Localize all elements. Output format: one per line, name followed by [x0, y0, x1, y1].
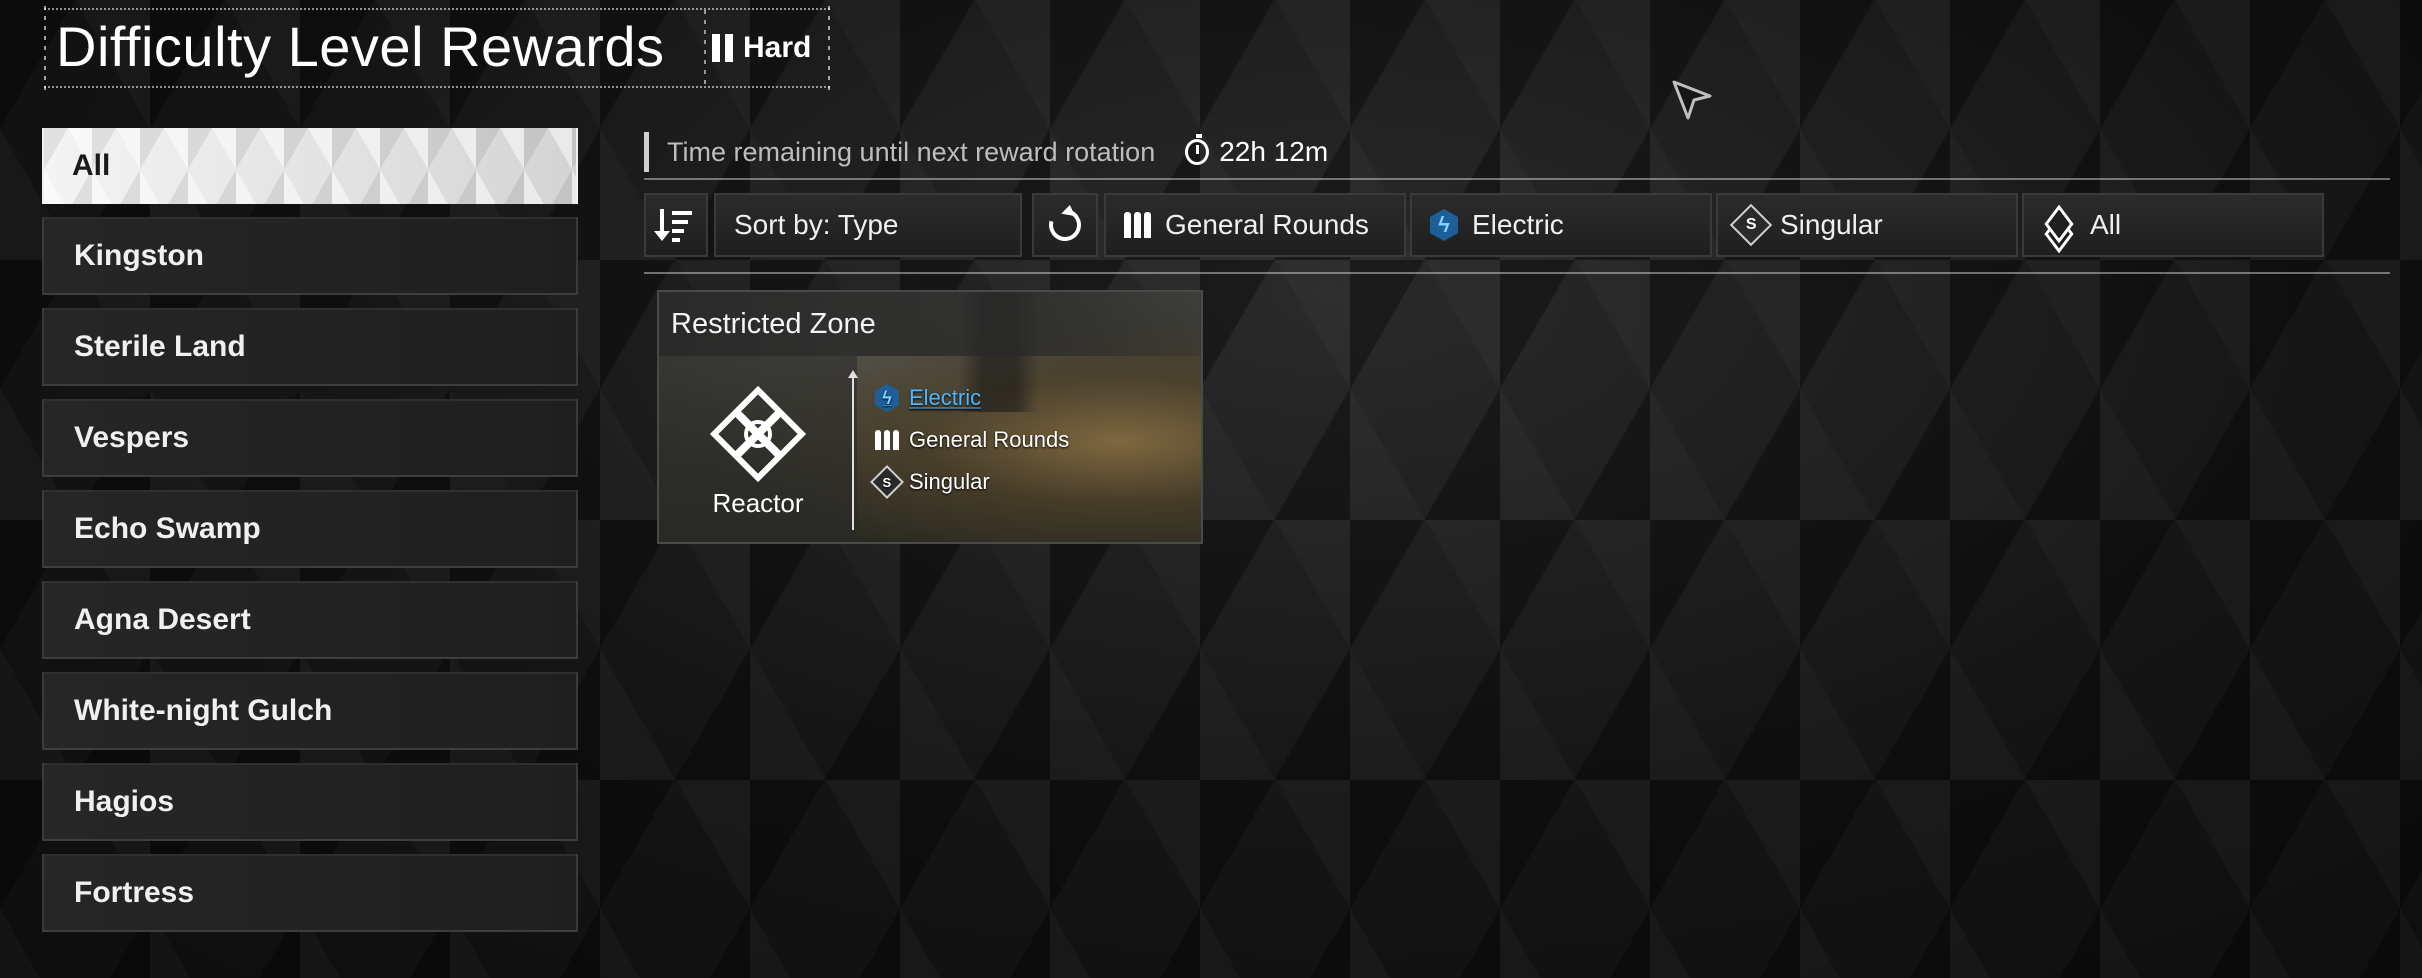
timer-value-group: 22h 12m — [1185, 134, 1329, 168]
card-divider — [848, 370, 858, 530]
sidebar-item-all[interactable]: All — [42, 128, 578, 204]
sidebar-item-label: Hagios — [74, 785, 175, 818]
stat-tier: S Singular — [870, 464, 1069, 500]
stat-electric: ϟ Electric — [875, 380, 1069, 416]
reward-card[interactable]: Restricted Zone Reactor ϟ Electric Gener… — [657, 290, 1203, 544]
rotation-timer: Time remaining until next reward rotatio… — [644, 126, 2390, 178]
sidebar-item-label: Kingston — [74, 239, 204, 272]
electric-icon: ϟ — [875, 384, 899, 412]
sidebar-item-kingston[interactable]: Kingston — [42, 217, 578, 295]
sidebar-item-label: Fortress — [74, 876, 195, 909]
timer-label: Time remaining until next reward rotatio… — [667, 136, 1156, 167]
reward-stats: ϟ Electric General Rounds S Singular — [870, 380, 1069, 506]
singular-icon: S — [1729, 203, 1773, 247]
difficulty-label: Hard — [743, 31, 812, 64]
ammo-icon — [875, 430, 899, 450]
attribute-filter[interactable]: ϟ Electric — [1410, 193, 1712, 257]
zone-name: Restricted Zone — [671, 307, 876, 340]
reset-filters-button[interactable] — [1032, 193, 1098, 257]
ammo-icon — [1124, 212, 1151, 238]
divider — [644, 178, 2390, 180]
tier-filter-label: Singular — [1780, 209, 1883, 240]
singular-icon: S — [870, 465, 904, 499]
title-bar: Difficulty Level Rewards Hard — [44, 6, 830, 90]
refresh-icon — [1043, 203, 1087, 247]
ammo-filter-label: General Rounds — [1165, 209, 1369, 240]
stat-label: Singular — [909, 469, 990, 494]
title-divider — [704, 10, 706, 90]
sort-by-dropdown[interactable]: Sort by: Type — [714, 193, 1022, 257]
sort-by-label: Sort by: Type — [734, 209, 899, 240]
stopwatch-icon — [1185, 134, 1210, 165]
card-zone-title: Restricted Zone — [659, 292, 1201, 356]
reward-type-block: Reactor — [659, 356, 857, 542]
ammo-filter[interactable]: General Rounds — [1104, 193, 1406, 257]
timer-value: 22h 12m — [1219, 136, 1329, 167]
sidebar-item-label: Agna Desert — [74, 603, 251, 636]
electric-icon: ϟ — [1430, 209, 1458, 241]
page-title: Difficulty Level Rewards — [56, 15, 665, 78]
reward-type-label: Reactor — [712, 488, 804, 518]
sidebar-item-label: All — [72, 149, 111, 182]
sidebar-item-hagios[interactable]: Hagios — [42, 763, 578, 841]
timer-accent-bar — [644, 132, 649, 172]
sidebar-item-label: Vespers — [74, 421, 190, 454]
difficulty-indicator: Hard — [712, 28, 811, 68]
sort-order-button[interactable] — [644, 193, 708, 257]
layers-icon — [2042, 204, 2076, 254]
sort-order-icon — [654, 209, 694, 242]
pause-icon — [712, 34, 733, 62]
sidebar-item-white-night-gulch[interactable]: White-night Gulch — [42, 672, 578, 750]
region-sidebar: All Kingston Sterile Land Vespers Echo S… — [42, 128, 578, 945]
stat-ammo: General Rounds — [875, 422, 1069, 458]
divider — [644, 272, 2390, 274]
attribute-filter-label: Electric — [1472, 209, 1564, 240]
reactor-icon — [709, 385, 807, 483]
sidebar-item-agna-desert[interactable]: Agna Desert — [42, 581, 578, 659]
sidebar-item-vespers[interactable]: Vespers — [42, 399, 578, 477]
cursor-icon — [1672, 80, 1712, 120]
sidebar-item-echo-swamp[interactable]: Echo Swamp — [42, 490, 578, 568]
sidebar-item-fortress[interactable]: Fortress — [42, 854, 578, 932]
sidebar-item-sterile-land[interactable]: Sterile Land — [42, 308, 578, 386]
sidebar-item-label: White-night Gulch — [74, 694, 333, 727]
tier-filter[interactable]: S Singular — [1716, 193, 2018, 257]
sidebar-item-label: Sterile Land — [74, 330, 246, 363]
category-filter-label: All — [2090, 209, 2122, 240]
card-body: Reactor ϟ Electric General Rounds S Sing… — [659, 356, 1201, 542]
stat-label: General Rounds — [909, 427, 1070, 452]
sidebar-item-label: Echo Swamp — [74, 512, 261, 545]
stat-label: Electric — [909, 385, 982, 410]
category-filter[interactable]: All — [2022, 193, 2324, 257]
